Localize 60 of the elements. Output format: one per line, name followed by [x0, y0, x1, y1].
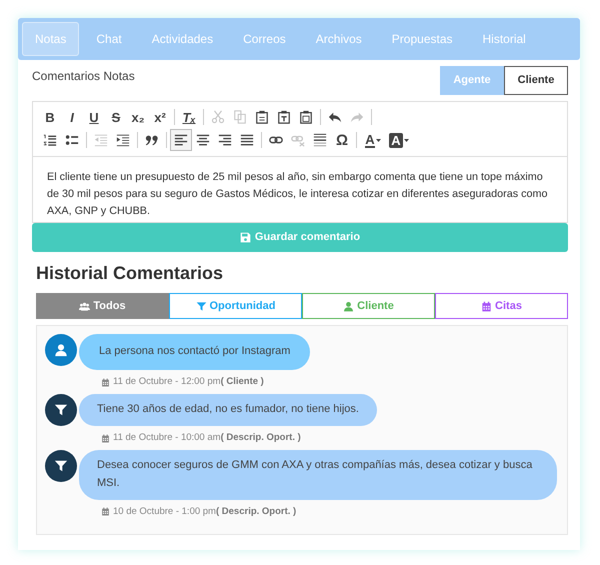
users-icon	[79, 300, 90, 312]
justify-icon	[240, 133, 254, 147]
calendar-icon	[481, 300, 492, 312]
align-center-icon	[196, 133, 210, 147]
calendar-icon	[101, 378, 110, 387]
subscript-button[interactable]: x₂	[127, 106, 149, 128]
comment-bubble: La persona nos contactó por Instagram	[79, 334, 310, 370]
section-label: Comentarios Notas	[32, 68, 135, 86]
comment-date: 11 de Octubre - 12:00 pm	[113, 374, 221, 389]
filter-tab[interactable]: Oportunidad	[169, 292, 302, 320]
filter-tab[interactable]: Todos	[36, 292, 169, 320]
save-icon	[240, 232, 251, 244]
comment-source: ( Descrip. Oport. )	[220, 431, 301, 446]
numbered-list-icon	[43, 133, 57, 147]
special-char-button[interactable]: Ω	[331, 129, 353, 151]
text-color-button[interactable]: A	[360, 129, 386, 151]
redo-icon	[350, 110, 364, 124]
user-icon	[54, 343, 68, 358]
copy-icon	[233, 110, 247, 124]
caret-icon	[376, 139, 381, 144]
calendar-icon	[101, 434, 110, 443]
comment-date: 10 de Octubre - 1:00 pm	[113, 504, 216, 519]
quote-icon	[145, 133, 159, 147]
superscript-button[interactable]: x²	[149, 106, 171, 128]
funnel-icon	[196, 300, 206, 312]
clipboard-icon	[255, 110, 269, 124]
toggle-button[interactable]: Cliente	[504, 66, 568, 94]
comment-date: 11 de Octubre - 10:00 am	[113, 431, 221, 446]
strike-button[interactable]: S	[105, 106, 127, 128]
bold-button[interactable]: B	[39, 106, 61, 128]
user-icon	[343, 300, 354, 312]
align-left-button[interactable]	[170, 129, 192, 151]
clipboard-icon	[299, 110, 313, 124]
underline-button[interactable]: U	[83, 106, 105, 128]
indent-icon	[116, 133, 130, 147]
comment-bubble: Tiene 30 años de edad, no es fumador, no tiene hijos.	[79, 394, 377, 426]
funnel-icon	[54, 459, 68, 474]
calendar-icon	[101, 507, 110, 516]
comment-source: ( Cliente )	[220, 374, 264, 389]
bullet-list-icon	[65, 133, 79, 147]
italic-button[interactable]: I	[61, 106, 83, 128]
funnel-icon	[54, 403, 68, 418]
undo-icon	[328, 110, 342, 124]
editor-text: El cliente tiene un presupuesto de 25 mil pesos al año, sin embargo comenta que tiene un tope máximo de 30 mil pesos para su seguro de Gastos Médicos, le interesa cotizar en diferentes aseguradoras como AXA, GNP y CHUBB.	[46, 170, 549, 220]
caret-icon	[404, 139, 409, 144]
align-left-icon	[174, 133, 188, 147]
scissors-icon	[211, 110, 225, 124]
comment-bubble: Desea conocer seguros de GMM con AXA y otras compañías más, desea cotizar y busca MSI.	[79, 450, 557, 500]
section-heading: Historial Comentarios	[36, 262, 224, 285]
comment-source: ( Descrip. Oport. )	[216, 504, 296, 519]
clipboard-icon	[277, 110, 291, 124]
align-right-icon	[218, 133, 232, 147]
background-color-button[interactable]: A	[386, 129, 412, 151]
outdent-icon	[94, 133, 108, 147]
horizontal-rule-icon	[313, 133, 327, 147]
save-button[interactable]: Guardar comentario	[32, 223, 568, 252]
filter-tab[interactable]: Cliente	[302, 292, 435, 320]
unlink-icon	[291, 133, 305, 147]
filter-tab[interactable]: Citas	[435, 292, 568, 320]
remove-format-button[interactable]: Tₓ	[178, 106, 200, 128]
